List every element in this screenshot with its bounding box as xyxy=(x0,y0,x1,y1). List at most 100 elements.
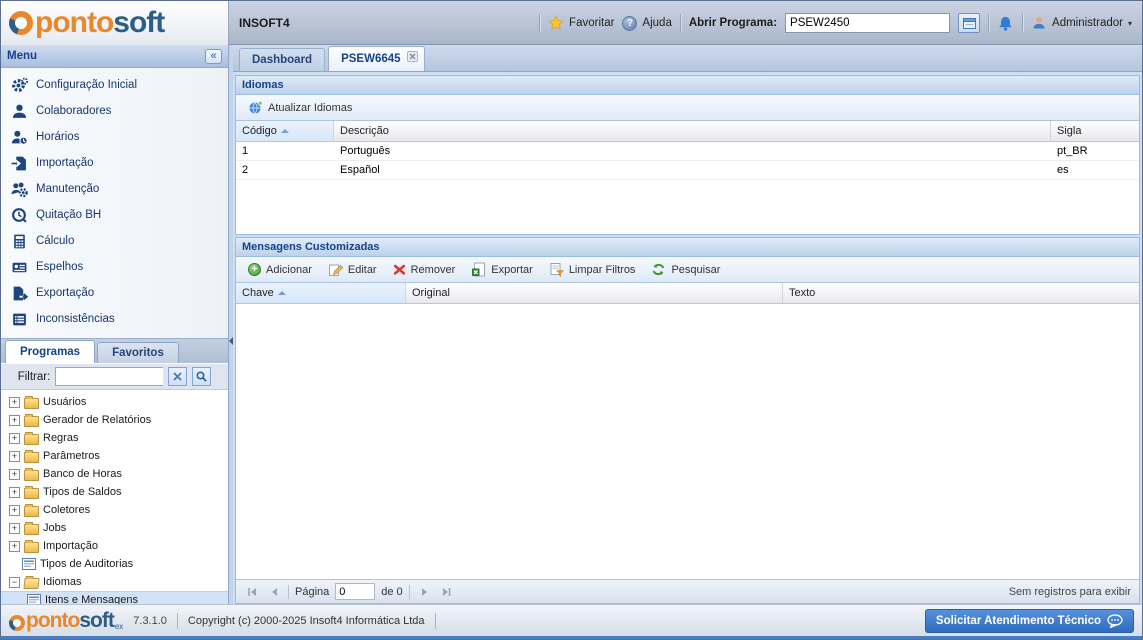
people-gear-icon xyxy=(11,181,28,198)
tree-item-parametros[interactable]: +Parâmetros xyxy=(1,447,228,465)
open-folder-icon xyxy=(23,578,39,589)
tree-item-itens-e-mensagens[interactable]: Itens e Mensagens xyxy=(1,591,228,604)
tree-item-banco-de-horas[interactable]: +Banco de Horas xyxy=(1,465,228,483)
tree-item-tipos-de-auditorias[interactable]: Tipos de Auditorias xyxy=(1,555,228,573)
table-row[interactable]: 2 Español es xyxy=(236,161,1139,180)
filter-bar: Filtrar: xyxy=(1,363,228,390)
column-header-texto[interactable]: Texto xyxy=(783,283,1139,303)
menu-item-label: Inconsistências xyxy=(36,313,115,325)
expand-icon[interactable]: + xyxy=(9,397,20,408)
column-header-descricao[interactable]: Descrição xyxy=(334,121,1051,141)
page-number-input[interactable] xyxy=(335,583,375,600)
exportar-button[interactable]: Exportar xyxy=(465,260,539,279)
tab-favoritos[interactable]: Favoritos xyxy=(97,342,179,363)
menu-item-horarios[interactable]: Horários xyxy=(1,124,228,150)
expand-icon[interactable]: + xyxy=(9,523,20,534)
filter-input[interactable] xyxy=(55,367,163,386)
tab-close-button[interactable] xyxy=(407,51,418,62)
tree-item-label: Usuários xyxy=(43,396,86,408)
menu-item-calculo[interactable]: Cálculo xyxy=(1,228,228,254)
user-menu[interactable]: Administrador ▾ xyxy=(1031,15,1132,31)
menu-item-exportacao[interactable]: Exportação xyxy=(1,280,228,306)
remove-x-icon xyxy=(393,263,406,276)
tree-item-label: Regras xyxy=(43,432,78,444)
tree-item-gerador-relatorios[interactable]: +Gerador de Relatórios xyxy=(1,411,228,429)
expand-icon[interactable]: + xyxy=(9,451,20,462)
tree-item-usuarios[interactable]: + Usuários xyxy=(1,393,228,411)
notifications-button[interactable] xyxy=(997,15,1014,32)
filter-search-button[interactable] xyxy=(192,367,211,386)
pontosoft-logo-icon xyxy=(9,615,25,631)
expand-icon[interactable]: + xyxy=(9,541,20,552)
expand-icon[interactable]: + xyxy=(9,505,20,516)
atualizar-idiomas-button[interactable]: Atualizar Idiomas xyxy=(242,98,358,117)
menu-panel-header: Menu « xyxy=(1,45,228,68)
table-row[interactable]: 1 Português pt_BR xyxy=(236,142,1139,161)
expand-icon[interactable]: + xyxy=(9,415,20,426)
search-icon xyxy=(196,371,207,382)
menu-item-label: Manutenção xyxy=(36,183,99,195)
tree-item-label: Coletores xyxy=(43,504,90,516)
panel-splitter[interactable] xyxy=(229,45,233,604)
folder-icon xyxy=(24,470,39,481)
tree-item-label: Tipos de Auditorias xyxy=(40,558,133,570)
menu-list: Configuração Inicial Colaboradores Horár… xyxy=(1,68,228,338)
tab-dashboard[interactable]: Dashboard xyxy=(239,48,325,71)
splitter-collapse-arrow-icon[interactable] xyxy=(229,337,233,345)
column-label: Sigla xyxy=(1057,125,1081,137)
header-separator xyxy=(539,14,540,32)
adicionar-label: Adicionar xyxy=(266,264,312,276)
limpar-filtros-button[interactable]: Limpar Filtros xyxy=(543,260,642,279)
favorite-button[interactable]: Favoritar xyxy=(548,15,614,31)
bell-icon xyxy=(997,15,1014,32)
tree-item-importacao[interactable]: +Importação xyxy=(1,537,228,555)
folder-icon xyxy=(24,506,39,517)
menu-title: Menu xyxy=(7,50,37,62)
pesquisar-button[interactable]: Pesquisar xyxy=(645,260,726,279)
menu-item-importacao[interactable]: Importação xyxy=(1,150,228,176)
menu-item-label: Exportação xyxy=(36,287,94,299)
column-header-sigla[interactable]: Sigla xyxy=(1051,121,1139,141)
tree-item-coletores[interactable]: + Coletores xyxy=(1,501,228,519)
idcard-icon xyxy=(11,259,28,276)
remover-button[interactable]: Remover xyxy=(387,261,462,278)
tree-item-jobs[interactable]: +Jobs xyxy=(1,519,228,537)
menu-collapse-button[interactable]: « xyxy=(205,49,222,64)
menu-item-label: Colaboradores xyxy=(36,105,111,117)
expand-icon[interactable]: + xyxy=(9,487,20,498)
editar-button[interactable]: Editar xyxy=(322,260,383,279)
menu-item-espelhos[interactable]: Espelhos xyxy=(1,254,228,280)
clear-filter-icon xyxy=(549,262,564,277)
open-program-button[interactable] xyxy=(958,13,980,33)
tree-item-idiomas[interactable]: −Idiomas xyxy=(1,573,228,591)
tab-psew6645[interactable]: PSEW6645 xyxy=(328,46,424,71)
atualizar-idiomas-label: Atualizar Idiomas xyxy=(268,102,352,114)
column-label: Chave xyxy=(242,287,274,299)
menu-item-configuracao-inicial[interactable]: Configuração Inicial xyxy=(1,72,228,98)
menu-item-manutencao[interactable]: Manutenção xyxy=(1,176,228,202)
menu-item-inconsistencias[interactable]: Inconsistências xyxy=(1,306,228,332)
last-page-button[interactable] xyxy=(438,584,454,600)
first-page-button[interactable] xyxy=(244,584,260,600)
mensagens-panel-header: Mensagens Customizadas xyxy=(236,238,1139,257)
tree-item-regras[interactable]: + Regras xyxy=(1,429,228,447)
expand-icon[interactable]: + xyxy=(9,469,20,480)
column-header-original[interactable]: Original xyxy=(406,283,783,303)
person-icon xyxy=(11,103,28,120)
expand-icon[interactable]: + xyxy=(9,433,20,444)
next-page-button[interactable] xyxy=(416,584,432,600)
collapse-minus-icon[interactable]: − xyxy=(9,577,20,588)
prev-page-button[interactable] xyxy=(266,584,282,600)
menu-item-colaboradores[interactable]: Colaboradores xyxy=(1,98,228,124)
open-program-input[interactable] xyxy=(785,13,950,33)
tree-item-tipos-de-saldos[interactable]: + Tipos de Saldos xyxy=(1,483,228,501)
column-header-codigo[interactable]: Código xyxy=(236,121,334,141)
tab-programas[interactable]: Programas xyxy=(5,340,95,363)
support-button[interactable]: Solicitar Atendimento Técnico xyxy=(925,609,1134,633)
filter-clear-button[interactable] xyxy=(168,367,187,386)
column-header-chave[interactable]: Chave xyxy=(236,283,406,303)
tree-item-label: Tipos de Saldos xyxy=(43,486,121,498)
help-button[interactable]: ? Ajuda xyxy=(622,16,671,31)
adicionar-button[interactable]: + Adicionar xyxy=(242,261,318,278)
menu-item-quitacao-bh[interactable]: Quitação BH xyxy=(1,202,228,228)
